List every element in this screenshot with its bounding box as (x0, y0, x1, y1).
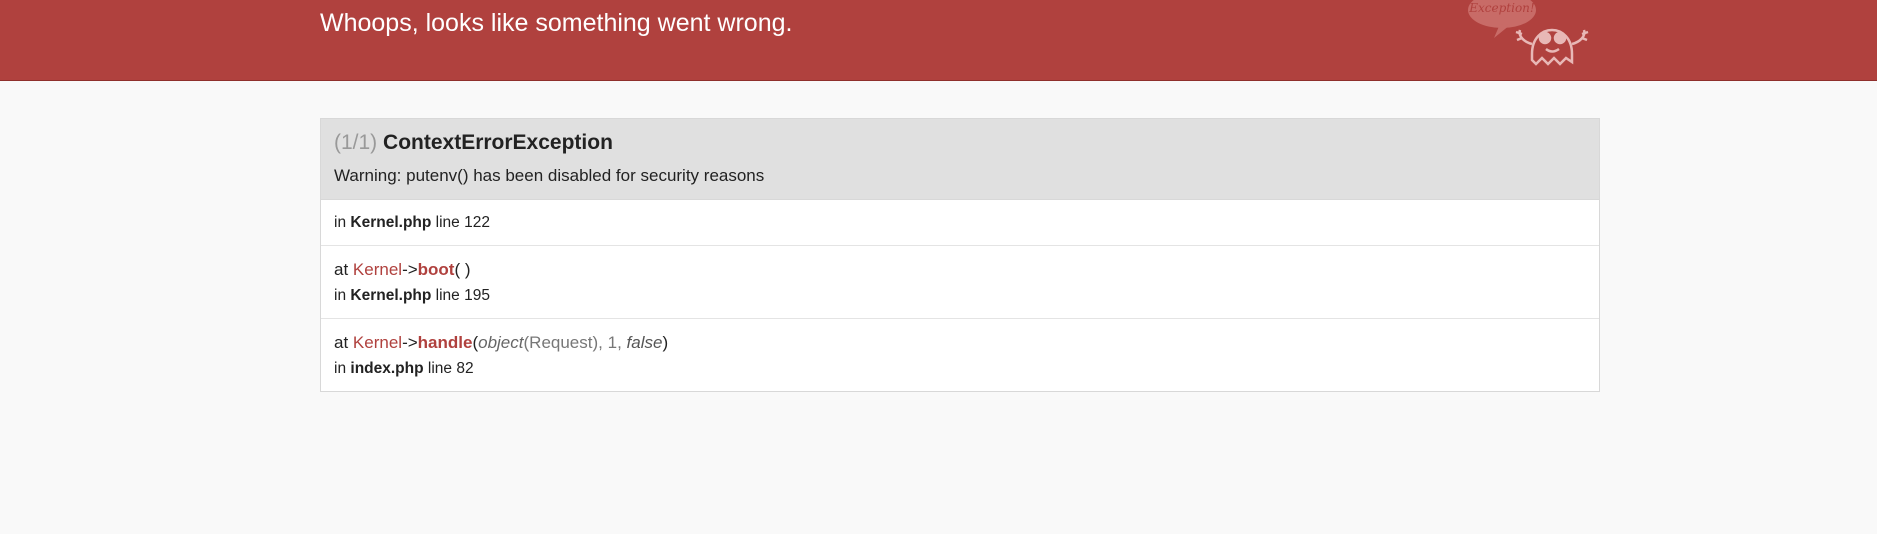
at-label: at (334, 260, 349, 279)
error-header: Whoops, looks like something went wrong.… (0, 0, 1877, 81)
arg-value: (Request) (523, 333, 599, 352)
trace-line-number: 195 (464, 287, 490, 304)
trace-class: Kernel (352, 333, 403, 352)
trace-call: at Kernel->handle(object(Request), 1, fa… (334, 331, 1586, 355)
trace-file: Kernel.php (350, 214, 432, 231)
trace-method: boot (417, 260, 455, 279)
arg-type: object (478, 333, 524, 352)
exception-header: (1/1) ContextErrorException Warning: put… (321, 119, 1599, 200)
stack-trace-row: in Kernel.php line 122 (321, 200, 1599, 246)
exception-container: (1/1) ContextErrorException Warning: put… (320, 118, 1600, 392)
logo-speech-text: Exception! (1468, 1, 1535, 15)
trace-line-number: 82 (456, 360, 474, 377)
args-close: ) (662, 333, 669, 352)
trace-method: handle (417, 333, 473, 352)
trace-call: at Kernel->boot( ) (334, 258, 1586, 282)
stack-trace-row: at Kernel->handle(object(Request), 1, fa… (321, 319, 1599, 391)
exception-title: (1/1) ContextErrorException (334, 129, 1586, 157)
page-title: Whoops, looks like something went wrong. (320, 9, 793, 37)
exception-count: (1/1) (334, 131, 378, 154)
in-label: in (334, 214, 347, 231)
args-close: ) (460, 260, 471, 279)
trace-location: in Kernel.php line 122 (334, 212, 1586, 234)
arg-separator: , (598, 333, 608, 352)
at-label: at (334, 333, 349, 352)
arg-value: false (626, 333, 663, 352)
trace-class: Kernel (352, 260, 403, 279)
exception-panel: (1/1) ContextErrorException Warning: put… (320, 118, 1600, 392)
arg-value: 1 (607, 333, 618, 352)
trace-line-number: 122 (464, 214, 490, 231)
line-label: line (435, 214, 460, 231)
line-label: line (427, 360, 453, 377)
in-label: in (334, 360, 347, 377)
call-arrow: -> (402, 333, 418, 352)
trace-file: Kernel.php (350, 287, 432, 304)
trace-file: index.php (350, 360, 424, 377)
stack-trace-row: at Kernel->boot( ) in Kernel.php line 19… (321, 246, 1599, 319)
trace-location: in Kernel.php line 195 (334, 285, 1586, 307)
exception-class: ContextErrorException (383, 131, 613, 154)
exception-message: Warning: putenv() has been disabled for … (334, 166, 765, 185)
in-label: in (334, 287, 347, 304)
call-arrow: -> (402, 260, 418, 279)
arg-separator: , (617, 333, 627, 352)
trace-location: in index.php line 82 (334, 358, 1586, 380)
line-label: line (435, 287, 460, 304)
ghost-exception-logo: Exception! (1468, 0, 1589, 66)
